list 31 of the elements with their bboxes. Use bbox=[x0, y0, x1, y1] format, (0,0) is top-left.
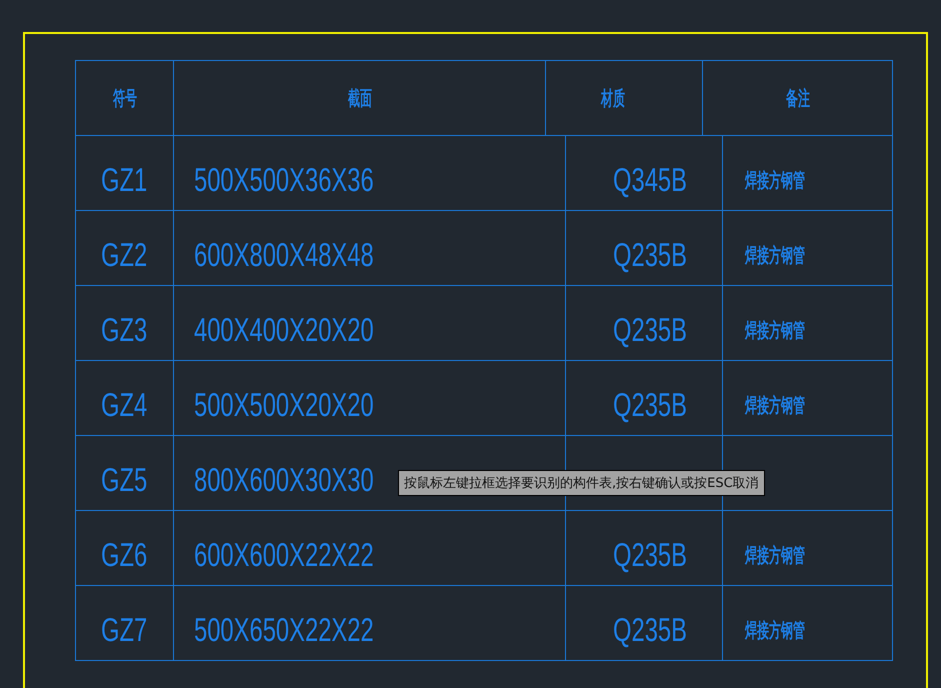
section-text: 500X650X22X22 bbox=[194, 610, 374, 649]
symbol-text: GZ2 bbox=[101, 235, 148, 274]
symbol-text: GZ7 bbox=[101, 610, 148, 649]
note-text: 焊接方钢管 bbox=[745, 168, 805, 194]
symbol-text: GZ3 bbox=[101, 310, 148, 349]
material-text: Q345B bbox=[613, 160, 687, 199]
section-text: 500X500X20X20 bbox=[194, 385, 374, 424]
note-text: 焊接方钢管 bbox=[745, 244, 805, 268]
section-text: 800X600X30X30 bbox=[194, 460, 374, 499]
column-header: 截面 bbox=[348, 86, 372, 112]
column-header: 材质 bbox=[601, 86, 625, 112]
material-text: Q235B bbox=[613, 235, 687, 274]
symbol-text: GZ6 bbox=[101, 535, 148, 574]
section-text: 600X600X22X22 bbox=[194, 535, 374, 574]
material-text: Q235B bbox=[613, 385, 687, 424]
tooltip: 按鼠标左键拉框选择要识别的构件表,按右键确认或按ESC取消 bbox=[398, 470, 765, 496]
symbol-text: GZ1 bbox=[101, 160, 148, 199]
material-text: Q235B bbox=[613, 610, 687, 649]
material-text: Q235B bbox=[613, 535, 687, 574]
section-text: 600X800X48X48 bbox=[194, 235, 374, 274]
section-text: 500X500X36X36 bbox=[194, 160, 374, 199]
note-text: 焊接方钢管 bbox=[745, 394, 805, 418]
symbol-text: GZ4 bbox=[101, 385, 148, 424]
note-text: 焊接方钢管 bbox=[745, 618, 805, 644]
column-header: 符号 bbox=[112, 86, 136, 112]
material-text: Q235B bbox=[613, 310, 687, 349]
symbol-text: GZ5 bbox=[101, 460, 148, 499]
column-header: 备注 bbox=[786, 86, 810, 112]
note-text: 焊接方钢管 bbox=[745, 318, 805, 344]
note-text: 焊接方钢管 bbox=[745, 544, 805, 568]
section-text: 400X400X20X20 bbox=[194, 310, 374, 349]
